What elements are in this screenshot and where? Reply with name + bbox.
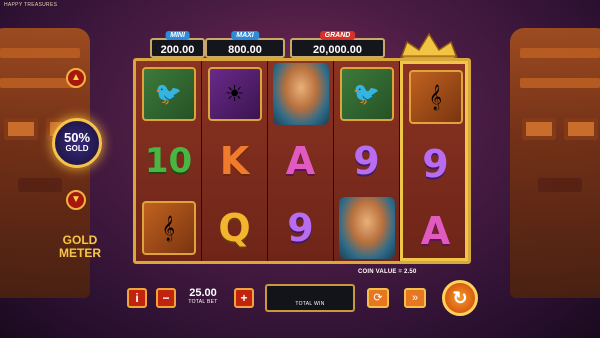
bet-increase-button[interactable]: +	[234, 288, 254, 308]
gold-meter-gauge: 50% GOLD	[52, 118, 102, 168]
spin-icon: ↻	[452, 288, 468, 308]
reel-5-symbol-2: 9	[422, 142, 449, 186]
jackpot-mini-tag: MINI	[165, 31, 190, 40]
jackpot-maxi: MAXI 800.00	[205, 31, 285, 58]
reel-2-symbol-2: K	[219, 139, 250, 183]
gold-meter-up-button[interactable]: ▲	[66, 68, 86, 88]
reel-3: A 9	[268, 61, 334, 261]
gold-meter-down-button[interactable]: ▼	[66, 190, 86, 210]
pan-flute-icon: 𝄞	[408, 70, 463, 124]
reel-grid: 🐦 10 𝄞 ☀ K Q A 9 🐦 9 𝄞 9 A	[133, 58, 471, 264]
minus-icon: −	[162, 291, 170, 305]
gold-meter-label: GOLD METER	[59, 233, 101, 260]
reel-5-symbol-3: A	[420, 209, 451, 253]
right-temple-statue	[510, 28, 600, 298]
turbo-button[interactable]: »	[404, 288, 426, 308]
reel-4-symbol-3	[334, 195, 399, 261]
jackpot-maxi-tag: MAXI	[231, 31, 259, 40]
reel-4-symbol-2: 9	[353, 139, 380, 183]
spin-button[interactable]: ↻	[442, 280, 478, 316]
reel-1-symbol-1: 🐦	[136, 61, 201, 127]
gold-meter-word: GOLD	[65, 144, 89, 153]
autoplay-button[interactable]: ⟳	[367, 288, 389, 308]
gold-crown-icon	[399, 32, 459, 62]
pan-flute-icon: 𝄞	[141, 201, 196, 255]
jackpot-grand-value: 20,000.00	[313, 44, 362, 56]
mask-jewel-icon: ☀	[207, 67, 262, 121]
jackpot-maxi-value: 800.00	[228, 44, 262, 56]
reel-5-symbol-1: 𝄞	[403, 64, 468, 130]
total-win-label: TOTAL WIN	[295, 301, 325, 307]
down-arrow-icon: ▼	[71, 194, 81, 205]
reel-4-symbol-1: 🐦	[334, 61, 399, 127]
reel-1-symbol-2: 10	[144, 141, 193, 181]
reel-2-symbol-1: ☀	[202, 61, 267, 127]
total-bet-value: 25.00	[189, 287, 217, 299]
aztec-queen-icon	[338, 197, 395, 259]
info-button[interactable]: i	[127, 288, 147, 308]
jackpot-mini-value: 200.00	[160, 44, 195, 56]
reel-3-symbol-3: 9	[287, 206, 314, 250]
bird-jewel-icon: 🐦	[141, 67, 196, 121]
bird-jewel-icon: 🐦	[339, 67, 394, 121]
reel-5: 𝄞 9 A	[400, 61, 468, 261]
turbo-icon: »	[411, 292, 419, 304]
aztec-queen-icon	[272, 63, 329, 125]
plus-icon: +	[240, 291, 248, 305]
reel-2: ☀ K Q	[202, 61, 268, 261]
up-arrow-icon: ▲	[71, 72, 81, 83]
jackpot-grand-tag: GRAND	[319, 31, 356, 40]
reel-1-symbol-3: 𝄞	[136, 195, 201, 261]
reel-3-symbol-2: A	[285, 139, 316, 183]
jackpot-mini: MINI 200.00	[150, 31, 205, 58]
coin-value: COIN VALUE = 2.50	[358, 269, 417, 275]
reel-3-symbol-1	[268, 61, 333, 127]
total-bet-display: 25.00 TOTAL BET	[178, 287, 228, 306]
bet-decrease-button[interactable]: −	[156, 288, 176, 308]
reel-2-symbol-3: Q	[218, 206, 251, 250]
reel-4: 🐦 9	[334, 61, 400, 261]
game-title: HAPPY TREASURES	[4, 2, 58, 8]
total-win-display: TOTAL WIN	[265, 284, 355, 312]
jackpot-grand: GRAND 20,000.00	[290, 31, 385, 58]
total-bet-label: TOTAL BET	[188, 299, 218, 305]
gold-meter-percent: 50%	[63, 130, 91, 145]
autoplay-icon: ⟳	[373, 292, 383, 304]
info-icon: i	[135, 291, 139, 305]
reel-1: 🐦 10 𝄞	[136, 61, 202, 261]
